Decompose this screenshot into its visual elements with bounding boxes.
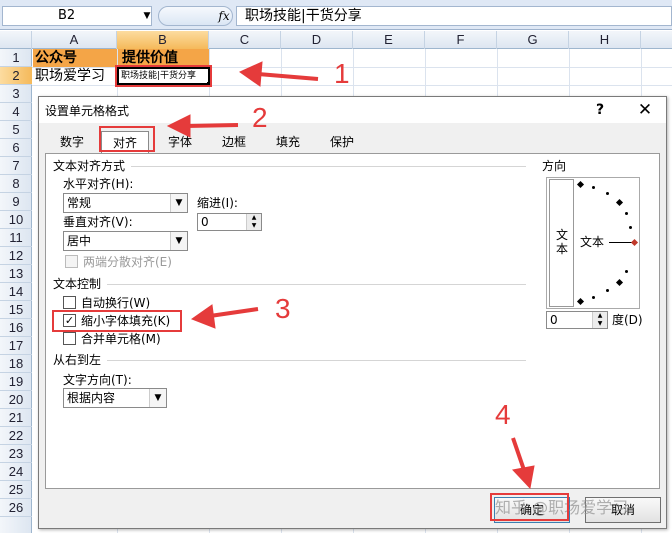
arrow-2 — [185, 123, 239, 128]
arrow-2-head — [166, 114, 191, 138]
annotation-number-4: 4 — [495, 399, 511, 430]
arrow-1-head — [238, 61, 263, 87]
arrow-3 — [209, 307, 259, 318]
annotation-number-1: 1 — [334, 58, 350, 89]
annotation-number-3: 3 — [275, 293, 291, 324]
arrow-1 — [257, 72, 319, 81]
arrow-4 — [511, 437, 526, 471]
arrow-3-head — [190, 304, 216, 329]
annotation-number-2: 2 — [252, 102, 268, 133]
arrow-4-head — [512, 465, 535, 490]
